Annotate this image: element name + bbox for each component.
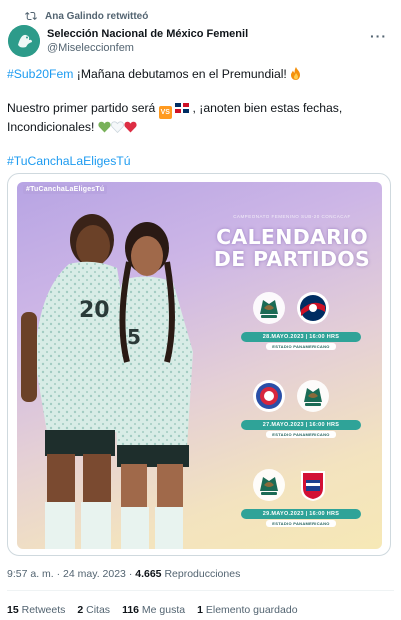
tweet-line-1-text: ¡Mañana debutamos en el Premundial! — [73, 67, 291, 81]
tweet-line-3: #TuCanchaLaEligesTú — [7, 153, 392, 170]
match-card: 27.MAYO.2023 | 16:00 HRS ESTADIO PANAMER… — [241, 378, 361, 438]
mexico-crest-icon — [253, 469, 285, 501]
match-venue: ESTADIO PANAMERICANO — [266, 520, 336, 527]
match-date: 28.MAYO.2023 | 16:00 HRS — [241, 332, 361, 342]
federation-logo-icon — [8, 25, 40, 57]
match-venue: ESTADIO PANAMERICANO — [266, 431, 336, 438]
hashtag-tucanchalaeligestu[interactable]: #TuCanchaLaEligesTú — [7, 154, 131, 168]
white-heart-icon — [110, 121, 124, 133]
retweet-indicator[interactable]: Ana Galindo retwitteó — [25, 10, 148, 22]
tweet-media[interactable]: 20 5 #TuCanchaLaEligesTú CAMPEONATO FEME… — [7, 173, 391, 556]
jersey-number-right: 5 — [127, 325, 141, 349]
likes-stat[interactable]: 116 Me gusta — [122, 604, 185, 616]
retweets-count: 15 — [7, 604, 19, 616]
retweets-stat[interactable]: 15 Retweets — [7, 604, 65, 616]
retweeted-by-label: Ana Galindo retwitteó — [45, 10, 149, 22]
mexico-crest-icon — [297, 380, 329, 412]
players-photo — [21, 214, 193, 549]
tweet-line-2-text-a: Nuestro primer partido será — [7, 101, 159, 115]
puerto-rico-crest-icon — [253, 380, 285, 412]
views-label: Reproducciones — [161, 568, 241, 580]
costa-rica-crest-icon — [301, 471, 325, 501]
match-card: 28.MAYO.2023 | 16:00 HRS ESTADIO PANAMER… — [241, 290, 361, 350]
more-options-icon[interactable]: ··· — [370, 28, 387, 44]
retweet-icon — [25, 11, 37, 21]
media-hashtag-label: #TuCanchaLaEligesTú — [23, 185, 108, 194]
quotes-label: Citas — [83, 604, 111, 616]
quotes-stat[interactable]: 2 Citas — [77, 604, 110, 616]
match-card: 29.MAYO.2023 | 16:00 HRS ESTADIO PANAMER… — [241, 467, 361, 527]
tweet-stats: 15 Retweets 2 Citas 116 Me gusta 1 Eleme… — [7, 604, 298, 616]
bookmarks-label: Elemento guardado — [202, 604, 298, 616]
avatar[interactable] — [8, 25, 40, 57]
calendar-title-line-2: DE PARTIDOS — [213, 247, 371, 271]
mexico-crest-icon — [253, 292, 285, 324]
calendar-title: CALENDARIO DE PARTIDOS — [202, 226, 382, 270]
jersey-number-left: 20 — [79, 298, 110, 323]
tweet-author: Selección Nacional de México Femenil @Mi… — [8, 24, 393, 58]
meta-separator: · — [125, 568, 136, 580]
tweet-line-2: Nuestro primer partido será VS , ¡anoten… — [7, 100, 392, 136]
hashtag-sub20fem[interactable]: #Sub20Fem — [7, 67, 73, 81]
championship-label: CAMPEONATO FEMENINO SUB-20 CONCACAF — [233, 214, 351, 219]
dominican-flag-emoji-icon — [175, 103, 190, 113]
divider — [7, 590, 394, 591]
author-display-name[interactable]: Selección Nacional de México Femenil — [47, 27, 248, 41]
tweet-line-1: #Sub20Fem ¡Mañana debutamos en el Premun… — [7, 66, 392, 83]
author-handle[interactable]: @Miseleccionfem — [47, 41, 248, 55]
match-venue: ESTADIO PANAMERICANO — [266, 343, 336, 350]
tweet-timestamp-row: 9:57 a. m. · 24 may. 2023 · 4.665 Reprod… — [7, 568, 240, 580]
tweet-date[interactable]: 24 may. 2023 — [63, 568, 126, 580]
meta-separator: · — [53, 568, 64, 580]
media-image[interactable]: 20 5 #TuCanchaLaEligesTú CAMPEONATO FEME… — [17, 182, 382, 549]
match-date: 27.MAYO.2023 | 16:00 HRS — [241, 420, 361, 430]
likes-label: Me gusta — [139, 604, 186, 616]
tweet-text: #Sub20Fem ¡Mañana debutamos en el Premun… — [7, 66, 392, 170]
bookmarks-stat[interactable]: 1 Elemento guardado — [197, 604, 297, 616]
likes-count: 116 — [122, 604, 140, 616]
calendar-title-line-1: CALENDARIO — [216, 225, 368, 249]
views-count: 4.665 — [135, 568, 162, 580]
fire-emoji-icon — [291, 67, 301, 80]
vs-emoji-icon: VS — [158, 106, 172, 119]
match-date: 29.MAYO.2023 | 16:00 HRS — [241, 509, 361, 519]
retweets-label: Retweets — [18, 604, 66, 616]
red-heart-icon — [124, 121, 137, 133]
tweet-time[interactable]: 9:57 a. m. — [7, 568, 54, 580]
green-heart-icon — [98, 121, 111, 133]
dominican-republic-crest-icon — [297, 292, 329, 324]
